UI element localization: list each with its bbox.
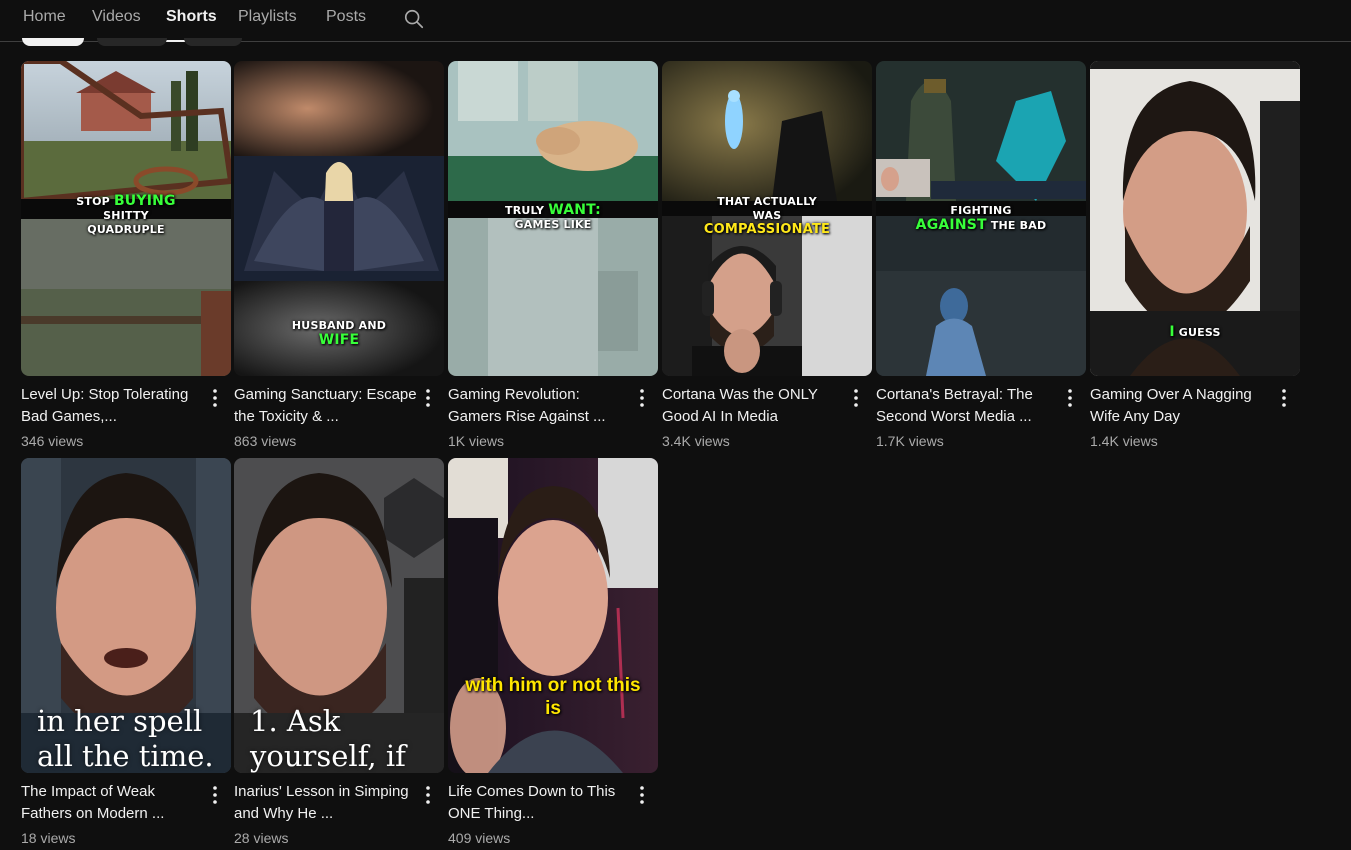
more-vert-icon[interactable] bbox=[418, 783, 438, 807]
short-title[interactable]: Gaming Revolution: Gamers Rise Against .… bbox=[448, 384, 632, 428]
short-views: 18 views bbox=[21, 830, 76, 846]
more-vert-icon[interactable] bbox=[205, 386, 225, 410]
short-card: 1. Ask yourself, if Inarius' Lesson in S… bbox=[234, 458, 444, 848]
more-vert-icon[interactable] bbox=[632, 783, 652, 807]
short-thumbnail[interactable]: THAT ACTUALLY WAS COMPASSIONATE bbox=[662, 61, 872, 376]
short-card: in her spell all the time. The Impact of… bbox=[21, 458, 231, 848]
tab-videos[interactable]: Videos bbox=[92, 8, 141, 41]
short-card: HUSBAND AND WIFE Gaming Sanctuary: Escap… bbox=[234, 61, 444, 451]
short-title[interactable]: Level Up: Stop Tolerating Bad Games,... bbox=[21, 384, 205, 428]
filter-chip-oldest[interactable] bbox=[184, 38, 242, 46]
short-card: I GUESS Gaming Over A Nagging Wife Any D… bbox=[1090, 61, 1300, 451]
short-title[interactable]: Life Comes Down to This ONE Thing... bbox=[448, 781, 632, 825]
short-caption: HUSBAND AND WIFE bbox=[291, 319, 387, 348]
short-views: 409 views bbox=[448, 830, 511, 846]
short-thumbnail[interactable]: in her spell all the time. bbox=[21, 458, 231, 773]
more-vert-icon[interactable] bbox=[205, 783, 225, 807]
short-views: 28 views bbox=[234, 830, 289, 846]
short-caption: in her spell all the time. bbox=[37, 704, 214, 773]
short-title[interactable]: The Impact of Weak Fathers on Modern ... bbox=[21, 781, 205, 825]
more-vert-icon[interactable] bbox=[1274, 386, 1294, 410]
short-thumbnail[interactable]: I GUESS bbox=[1090, 61, 1300, 376]
short-thumbnail[interactable]: FIGHTING AGAINST THE BAD bbox=[876, 61, 1086, 376]
more-vert-icon[interactable] bbox=[1060, 386, 1080, 410]
short-title[interactable]: Cortana Was the ONLY Good AI In Media bbox=[662, 384, 846, 428]
short-views: 1.4K views bbox=[1090, 433, 1158, 449]
short-card: with him or not this is Life Comes Down … bbox=[448, 458, 658, 848]
short-thumbnail[interactable]: with him or not this is bbox=[448, 458, 658, 773]
channel-tabs: Home Videos Shorts Playlists Posts bbox=[0, 0, 1351, 42]
short-thumbnail[interactable]: HUSBAND AND WIFE bbox=[234, 61, 444, 376]
short-thumbnail[interactable]: 1. Ask yourself, if bbox=[234, 458, 444, 773]
short-views: 346 views bbox=[21, 433, 84, 449]
search-icon[interactable] bbox=[403, 8, 425, 30]
short-views: 1K views bbox=[448, 433, 505, 449]
short-title[interactable]: Cortana's Betrayal: The Second Worst Med… bbox=[876, 384, 1060, 428]
short-card: THAT ACTUALLY WAS COMPASSIONATE Cortana … bbox=[662, 61, 872, 451]
filter-chip-popular[interactable] bbox=[97, 38, 167, 46]
short-caption: 1. Ask yourself, if bbox=[250, 704, 406, 773]
short-title[interactable]: Gaming Over A Nagging Wife Any Day bbox=[1090, 384, 1274, 428]
short-caption: STOP BUYING SHITTY QUADRUPLE bbox=[76, 193, 176, 236]
short-caption: FIGHTING AGAINST THE BAD bbox=[915, 204, 1047, 233]
tab-playlists[interactable]: Playlists bbox=[238, 8, 297, 41]
filter-chip-latest[interactable] bbox=[22, 38, 84, 46]
short-thumbnail[interactable]: STOP BUYING SHITTY QUADRUPLE bbox=[21, 61, 231, 376]
tab-posts[interactable]: Posts bbox=[326, 8, 366, 41]
short-title[interactable]: Gaming Sanctuary: Escape the Toxicity & … bbox=[234, 384, 418, 428]
short-views: 863 views bbox=[234, 433, 297, 449]
short-caption: TRULY WANT: GAMES LIKE bbox=[505, 202, 601, 231]
short-caption: THAT ACTUALLY WAS COMPASSIONATE bbox=[703, 195, 831, 237]
short-caption: with him or not this is bbox=[465, 675, 641, 719]
tab-home[interactable]: Home bbox=[23, 8, 66, 41]
short-card: STOP BUYING SHITTY QUADRUPLE Level Up: S… bbox=[21, 61, 231, 451]
more-vert-icon[interactable] bbox=[846, 386, 866, 410]
short-views: 1.7K views bbox=[876, 433, 944, 449]
more-vert-icon[interactable] bbox=[418, 386, 438, 410]
more-vert-icon[interactable] bbox=[632, 386, 652, 410]
short-thumbnail[interactable]: TRULY WANT: GAMES LIKE bbox=[448, 61, 658, 376]
short-views: 3.4K views bbox=[662, 433, 730, 449]
short-title[interactable]: Inarius' Lesson in Simping and Why He ..… bbox=[234, 781, 418, 825]
short-card: FIGHTING AGAINST THE BAD Cortana's Betra… bbox=[876, 61, 1086, 451]
short-caption: I GUESS bbox=[1169, 324, 1221, 340]
short-card: TRULY WANT: GAMES LIKE Gaming Revolution… bbox=[448, 61, 658, 451]
tab-shorts[interactable]: Shorts bbox=[166, 8, 217, 42]
